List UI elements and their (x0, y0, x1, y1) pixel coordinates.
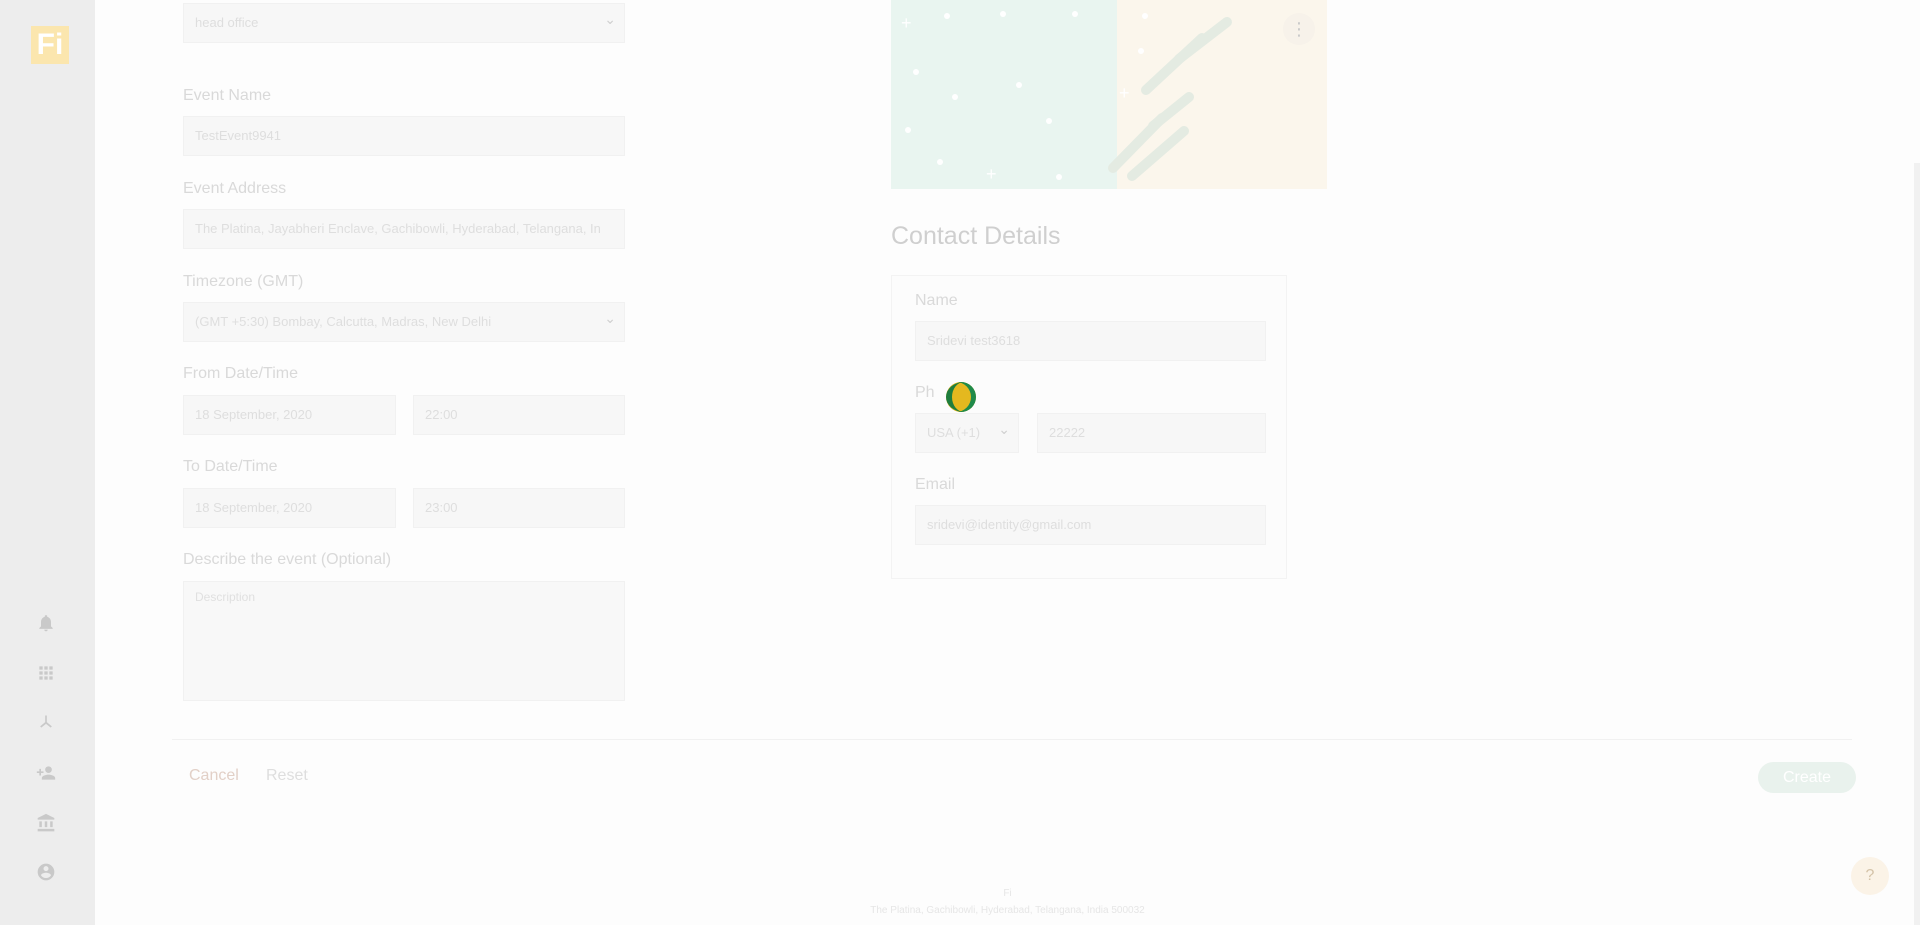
create-button[interactable]: Create (1758, 762, 1856, 793)
loading-spinner (946, 382, 976, 412)
contact-name-input[interactable]: Sridevi test3618 (915, 321, 1266, 361)
reset-button[interactable]: Reset (266, 767, 308, 785)
contact-email-label: Email (915, 476, 956, 493)
contact-phone-label: Ph (915, 384, 935, 401)
event-address-label: Event Address (183, 180, 287, 197)
help-icon: ? (1865, 867, 1875, 884)
bank-icon[interactable] (35, 812, 57, 834)
footer-divider (172, 739, 1852, 740)
svg-text:+: + (901, 13, 912, 33)
from-date-input[interactable]: 18 September, 2020 (183, 395, 396, 435)
timezone-select[interactable]: (GMT +5:30) Bombay, Calcutta, Madras, Ne… (183, 302, 625, 342)
event-name-input[interactable]: TestEvent9941 (183, 116, 625, 156)
event-name-label: Event Name (183, 87, 272, 104)
timezone-label: Timezone (GMT) (183, 273, 304, 290)
banner-decoration: + + + (901, 11, 1232, 184)
add-user-icon[interactable] (35, 762, 57, 784)
phone-number-input[interactable]: 22222 (1037, 413, 1266, 453)
from-datetime-label: From Date/Time (183, 365, 298, 382)
help-button[interactable]: ? (1851, 857, 1889, 895)
svg-text:+: + (1119, 83, 1130, 103)
description-textarea[interactable]: Description (183, 581, 625, 701)
event-banner-image: + + + ⋮ (891, 0, 1327, 189)
to-time-input[interactable]: 23:00 (413, 488, 625, 528)
from-time-input[interactable]: 22:00 (413, 395, 625, 435)
contact-details-title: Contact Details (891, 222, 1061, 250)
scrollbar[interactable] (1914, 163, 1920, 925)
event-address-input[interactable]: The Platina, Jayabheri Enclave, Gachibow… (183, 209, 625, 249)
contact-email-input[interactable]: sridevi@identity@gmail.com (915, 505, 1266, 545)
description-label: Describe the event (Optional) (183, 551, 392, 568)
account-icon[interactable] (35, 861, 57, 883)
banner-menu-button[interactable]: ⋮ (1283, 13, 1315, 45)
bell-icon[interactable] (35, 612, 57, 634)
to-date-input[interactable]: 18 September, 2020 (183, 488, 396, 528)
to-datetime-label: To Date/Time (183, 458, 278, 475)
network-icon[interactable] (35, 712, 57, 734)
more-vert-icon: ⋮ (1290, 19, 1308, 39)
svg-text:+: + (986, 164, 997, 184)
grid-icon[interactable] (35, 662, 57, 684)
location-select[interactable]: head office (183, 3, 625, 43)
contact-name-label: Name (915, 292, 958, 309)
cancel-button[interactable]: Cancel (189, 767, 239, 785)
app-logo[interactable]: Fi (31, 26, 69, 64)
country-code-select[interactable]: USA (+1) (915, 413, 1019, 453)
sidebar: Fi (0, 0, 95, 925)
